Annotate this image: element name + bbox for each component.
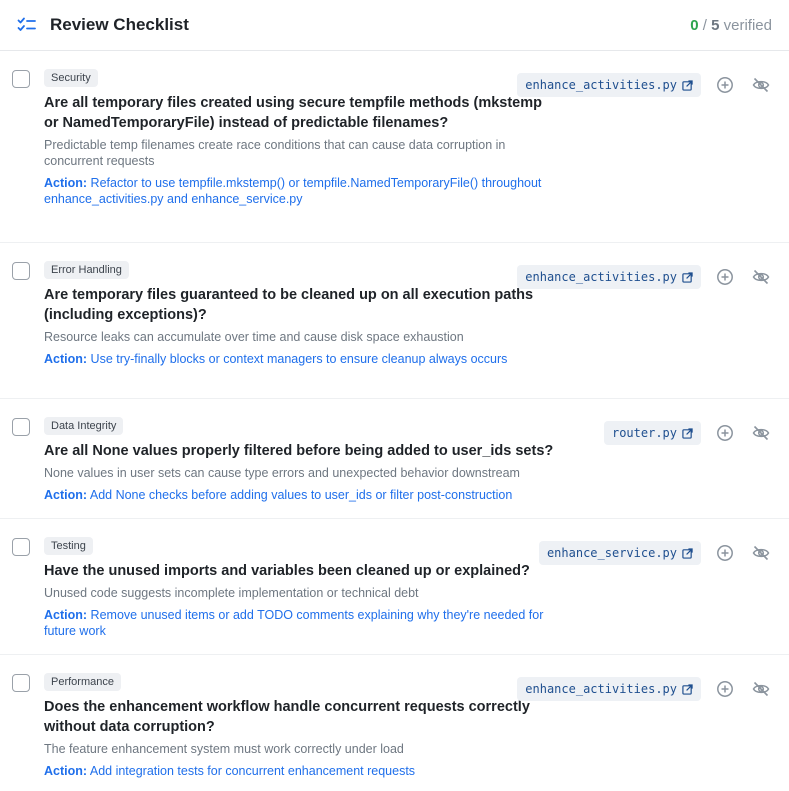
action-label: Action:: [44, 352, 88, 366]
eye-off-icon[interactable]: [751, 267, 771, 287]
file-link[interactable]: enhance_activities.py: [517, 677, 701, 701]
eye-off-icon[interactable]: [751, 75, 771, 95]
item-action: Action: Use try-finally blocks or contex…: [44, 351, 549, 367]
checklist-item: Security Are all temporary files created…: [0, 51, 789, 243]
file-name: router.py: [611, 426, 677, 440]
external-link-icon: [682, 427, 693, 439]
item-action: Action: Add integration tests for concur…: [44, 763, 549, 779]
category-tag: Security: [44, 69, 98, 87]
add-circle-icon[interactable]: [715, 423, 735, 443]
checklist-item: Performance Does the enhancement workflo…: [0, 655, 789, 791]
item-checkbox[interactable]: [12, 674, 30, 692]
item-controls: router.py: [603, 421, 771, 445]
eye-off-icon[interactable]: [751, 423, 771, 443]
header-title-group: Review Checklist: [17, 15, 189, 35]
item-controls: enhance_service.py: [538, 541, 771, 565]
item-action: Action: Add None checks before adding va…: [44, 487, 589, 503]
item-checkbox[interactable]: [12, 70, 30, 88]
action-text: Add integration tests for concurrent enh…: [89, 764, 416, 778]
item-description: The feature enhancement system must work…: [44, 742, 404, 756]
action-label: Action:: [44, 764, 88, 778]
item-question: Does the enhancement workflow handle con…: [44, 699, 530, 735]
checklist-icon: [17, 15, 37, 35]
action-label: Action:: [44, 608, 88, 622]
file-link[interactable]: enhance_activities.py: [517, 73, 701, 97]
external-link-icon: [682, 683, 693, 695]
category-tag: Data Integrity: [44, 417, 124, 435]
item-content: Performance Does the enhancement workflo…: [44, 672, 549, 779]
item-checkbox[interactable]: [12, 538, 30, 556]
checklist-item: Testing Have the unused imports and vari…: [0, 519, 789, 655]
file-link[interactable]: router.py: [603, 421, 701, 445]
item-controls: enhance_activities.py: [517, 677, 771, 701]
action-text: Refactor to use tempfile.mkstemp() or te…: [44, 176, 542, 206]
total-count: 5: [711, 16, 720, 34]
action-label: Action:: [44, 488, 88, 502]
action-label: Action:: [44, 176, 88, 190]
file-link[interactable]: enhance_service.py: [538, 541, 701, 565]
external-link-icon: [682, 271, 693, 283]
item-checkbox[interactable]: [12, 418, 30, 436]
file-name: enhance_activities.py: [525, 270, 677, 284]
action-text: Use try-finally blocks or context manage…: [90, 352, 508, 366]
file-name: enhance_activities.py: [525, 682, 677, 696]
item-content: Data Integrity Are all None values prope…: [44, 416, 589, 503]
file-name: enhance_activities.py: [525, 78, 677, 92]
category-tag: Error Handling: [44, 261, 129, 279]
item-question: Are temporary files guaranteed to be cle…: [44, 287, 534, 323]
item-description: Unused code suggests incomplete implemen…: [44, 586, 419, 600]
checklist-header: Review Checklist 0 / 5 verified: [0, 0, 789, 51]
checklist-item: Data Integrity Are all None values prope…: [0, 399, 789, 519]
item-question: Are all None values properly filtered be…: [44, 443, 554, 459]
item-controls: enhance_activities.py: [517, 265, 771, 289]
file-link[interactable]: enhance_activities.py: [517, 265, 701, 289]
category-tag: Performance: [44, 673, 121, 691]
counter-separator: /: [702, 16, 707, 34]
item-action: Action: Remove unused items or add TODO …: [44, 607, 549, 639]
item-checkbox[interactable]: [12, 262, 30, 280]
item-description: Predictable temp filenames create race c…: [44, 138, 506, 168]
item-content: Testing Have the unused imports and vari…: [44, 536, 549, 639]
item-controls: enhance_activities.py: [517, 73, 771, 97]
add-circle-icon[interactable]: [715, 543, 735, 563]
page-title: Review Checklist: [50, 15, 189, 34]
add-circle-icon[interactable]: [715, 679, 735, 699]
add-circle-icon[interactable]: [715, 75, 735, 95]
eye-off-icon[interactable]: [751, 543, 771, 563]
verified-label: verified: [723, 16, 772, 34]
item-description: Resource leaks can accumulate over time …: [44, 330, 464, 344]
external-link-icon: [682, 547, 693, 559]
item-question: Have the unused imports and variables be…: [44, 563, 530, 579]
external-link-icon: [682, 79, 693, 91]
verified-count: 0: [690, 16, 699, 34]
action-text: Remove unused items or add TODO comments…: [44, 608, 544, 638]
item-action: Action: Refactor to use tempfile.mkstemp…: [44, 175, 549, 207]
checklist-item: Error Handling Are temporary files guara…: [0, 243, 789, 399]
item-content: Security Are all temporary files created…: [44, 68, 549, 207]
action-text: Add None checks before adding values to …: [89, 488, 513, 502]
item-question: Are all temporary files created using se…: [44, 95, 542, 131]
file-name: enhance_service.py: [546, 546, 677, 560]
eye-off-icon[interactable]: [751, 679, 771, 699]
item-content: Error Handling Are temporary files guara…: [44, 260, 549, 367]
item-description: None values in user sets can cause type …: [44, 466, 520, 480]
category-tag: Testing: [44, 537, 93, 555]
verified-counter: 0 / 5 verified: [690, 17, 772, 34]
add-circle-icon[interactable]: [715, 267, 735, 287]
